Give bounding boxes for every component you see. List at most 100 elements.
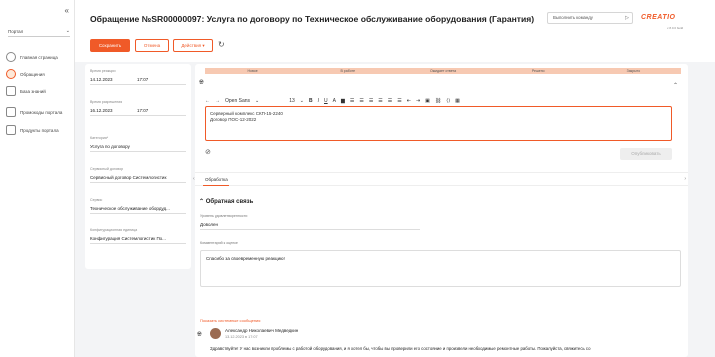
resolve-time-field[interactable]: Время разрешения 16.12.2023 17:07 [90, 100, 186, 116]
page-title: Обращение №SR00000097: Услуга по договор… [90, 14, 535, 24]
tab-scroll-right-icon[interactable]: › [684, 176, 686, 182]
field-label: Время разрешения [90, 100, 123, 104]
service-field[interactable]: Сервис Техническое обслуживание обордуд.… [90, 198, 186, 214]
sidebar-item-knowledge[interactable]: База знаний [6, 84, 72, 98]
time-value: 17:07 [137, 108, 149, 113]
sidebar-item-products[interactable]: Продукты портала [6, 123, 72, 137]
field-value[interactable]: 14.12.2023 17:07 [90, 75, 186, 85]
sidebar-item-label: Продукты портала [20, 127, 59, 133]
config-field[interactable]: Конфигурационная единица Конфигурация Си… [90, 228, 186, 244]
field-value[interactable]: Услуга по договору [90, 142, 186, 152]
chevron-up-icon[interactable]: ⌃ [673, 82, 678, 89]
stage-item[interactable]: Закрыто [586, 68, 681, 74]
tab-processing[interactable]: Обработка [205, 177, 228, 182]
stage-bar: Новое В работе Ожидает ответа Решено Зак… [205, 68, 681, 74]
sidebar-item-home[interactable]: Главная страница [6, 50, 72, 64]
redo-icon[interactable]: → [215, 98, 220, 104]
align-center-icon[interactable]: ☰ [378, 98, 382, 104]
main-panel: Новое В работе Ожидает ответа Решено Зак… [193, 64, 688, 357]
indent-icon[interactable]: ⇥ [416, 98, 420, 104]
link-icon[interactable]: ⛓︎ [435, 98, 441, 104]
logo-subtitle: v 8.0.0 build [667, 26, 684, 30]
refresh-icon[interactable]: ↻ [218, 40, 225, 49]
code-icon[interactable]: ⟨⟩ [446, 98, 450, 104]
product-icon [6, 125, 16, 135]
time-value: 17:07 [137, 77, 149, 82]
bulleted-list-icon[interactable]: ☰ [359, 98, 363, 104]
cancel-button[interactable]: Отмена [135, 39, 169, 52]
font-select[interactable]: Open Sans [225, 98, 250, 104]
stage-item[interactable]: Новое [205, 68, 300, 74]
stage-item[interactable]: Решено [491, 68, 586, 74]
show-system-messages-link[interactable]: Показать системные сообщения [200, 318, 260, 323]
field-value[interactable]: 16.12.2023 17:07 [90, 106, 186, 116]
stage-item[interactable]: В работе [300, 68, 395, 74]
tab-scroll-left-icon[interactable]: ‹ [193, 176, 195, 182]
ticket-icon [6, 107, 16, 117]
italic-icon[interactable]: I [318, 98, 319, 104]
field-label: Конфигурационная единица [90, 228, 138, 232]
field-value[interactable]: Доволен [200, 220, 420, 230]
page-header: Обращение №SR00000097: Услуга по договор… [75, 0, 715, 62]
attach-icon[interactable]: ⊘ [205, 148, 211, 156]
actions-button[interactable]: Действия ▾ [173, 39, 213, 52]
font-color-icon[interactable]: A [333, 98, 336, 104]
reaction-time-field[interactable]: Время реакции 14.12.2023 17:07 [90, 69, 186, 85]
field-value[interactable]: Сервисный договор Системлогистик [90, 173, 186, 183]
justify-icon[interactable]: ☰ [397, 98, 401, 104]
avatar [210, 328, 221, 339]
contract-field[interactable]: Сервисный договор Сервисный договор Сист… [90, 167, 186, 183]
active-tab-indicator [203, 184, 229, 186]
case-info-panel: Время реакции 14.12.2023 17:07 Время разр… [85, 64, 191, 269]
portal-select[interactable]: Портал ⌄ [8, 27, 70, 37]
sidebar-item-promocodes[interactable]: Промокоды портала [6, 103, 72, 121]
table-icon[interactable]: ▦ [455, 98, 460, 104]
message-author[interactable]: Александр Николаевич Медведкин [225, 328, 298, 333]
collapse-sidebar-icon[interactable]: « [65, 6, 69, 15]
field-value[interactable]: Техническое обслуживание обордуд... [90, 204, 186, 214]
globe-icon[interactable]: 🌐︎ [199, 80, 204, 87]
image-icon[interactable]: ▣ [425, 98, 430, 104]
stage-item[interactable]: Ожидает ответа [395, 68, 490, 74]
outdent-icon[interactable]: ⇤ [407, 98, 411, 104]
align-right-icon[interactable]: ☰ [388, 98, 392, 104]
editor-toolbar: ← → Open Sans ⌄ 13 ⌄ B I U A ▆ ☰ ☰ ☰ ☰ ☰… [205, 95, 675, 106]
comment-label-wrap: Комментарий к оценке [200, 241, 420, 245]
message-text: Здравствуйте! У нас возникли проблемы с … [210, 346, 591, 351]
highlight-icon[interactable]: ▆ [341, 98, 345, 104]
align-left-icon[interactable]: ☰ [369, 98, 373, 104]
portal-select-value: Портал [8, 29, 24, 34]
play-icon[interactable]: ▷ [625, 13, 629, 23]
bold-icon[interactable]: B [309, 98, 313, 104]
chevron-up-icon: ⌃ [199, 199, 205, 205]
publish-button[interactable]: Опубликовать [620, 148, 672, 160]
command-input[interactable]: Выполнить команду ▷ [547, 12, 633, 24]
field-label: Уровень удовлетворенности [200, 214, 248, 218]
message-date: 13.12.2023 в 17:07 [225, 335, 258, 339]
satisfaction-field[interactable]: Уровень удовлетворенности Доволен [200, 214, 420, 230]
undo-icon[interactable]: ← [205, 98, 210, 104]
book-icon [6, 86, 16, 96]
sidebar-item-cases[interactable]: Обращения [6, 67, 72, 81]
field-label: Категория* [90, 136, 109, 140]
home-icon [6, 52, 16, 62]
chevron-down-icon[interactable]: ⌄ [300, 98, 304, 104]
field-value[interactable]: Конфигурация Системлогистик По... [90, 234, 186, 244]
sidebar-item-label: Обращения [20, 71, 45, 77]
chevron-down-icon: ⌄ [65, 28, 70, 34]
field-label: Сервис [90, 198, 103, 202]
numbered-list-icon[interactable]: ☰ [350, 98, 354, 104]
section-title: Обратная связь [205, 199, 254, 205]
underline-icon[interactable]: U [324, 98, 328, 104]
right-scroll-area [690, 64, 715, 357]
save-button[interactable]: Сохранить [90, 39, 130, 52]
field-label: Сервисный договор [90, 167, 124, 171]
feedback-section-header[interactable]: ⌃ Обратная связь [199, 198, 253, 205]
chevron-down-icon[interactable]: ⌄ [255, 98, 259, 104]
category-field[interactable]: Категория* Услуга по договору [90, 136, 186, 152]
font-size-select[interactable]: 13 [289, 98, 295, 104]
feedback-comment-field[interactable]: Спасибо за своевременную реакцию! [200, 250, 681, 287]
logo: CREATIO [641, 14, 676, 21]
field-label: Комментарий к оценке [200, 241, 238, 245]
message-editor[interactable]: Серверный комплекс СКП-15-2240 Договор П… [205, 106, 672, 141]
